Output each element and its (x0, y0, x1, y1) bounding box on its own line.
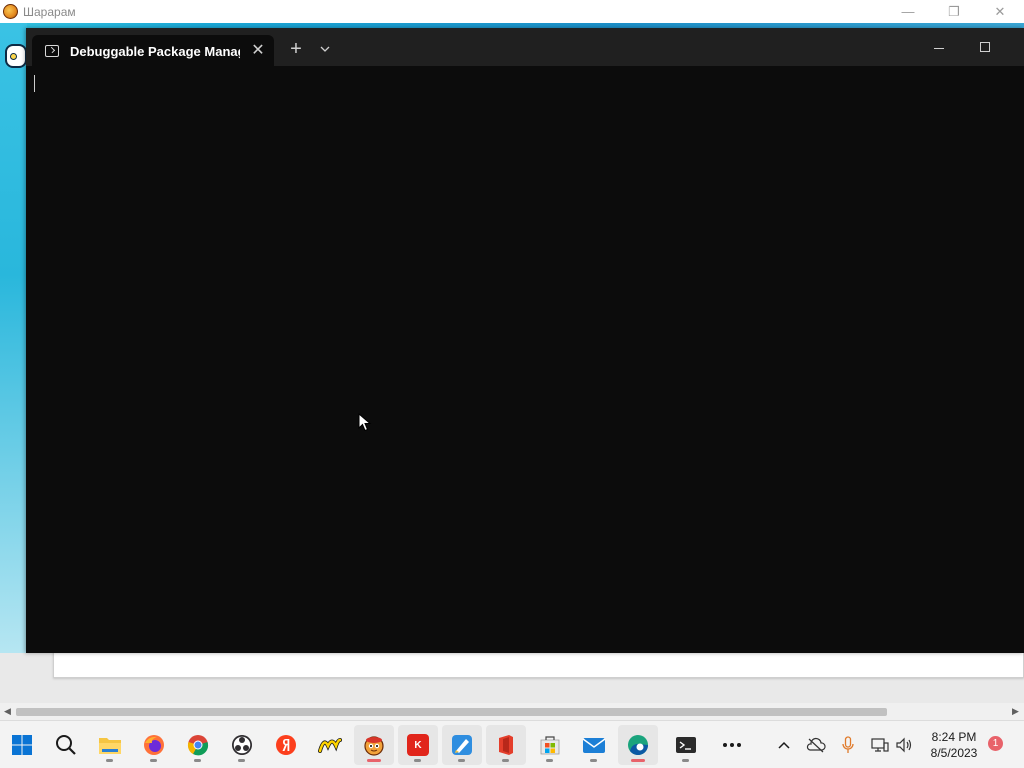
yandex-icon (276, 735, 296, 755)
active-indicator (631, 759, 645, 762)
microphone-icon (842, 736, 854, 753)
background-app-card (53, 650, 1024, 678)
terminal-maximize-button[interactable] (962, 36, 1008, 60)
clock[interactable]: 8:24 PM 8/5/2023 (922, 729, 986, 761)
store-icon (540, 736, 560, 755)
kinopoisk-button[interactable]: K (398, 725, 438, 765)
background-window-titlebar[interactable]: Шарарам — ❐ ✕ (0, 0, 1024, 23)
terminal-window: Debuggable Package Manage ✕ + (26, 28, 1024, 653)
running-indicator (106, 759, 113, 762)
taskbar: K 8:24 PM 8/5/2023 (0, 720, 1024, 768)
terminal-icon (676, 737, 696, 753)
background-app-horizontal-scrollbar[interactable]: ◀ ▶ (0, 703, 1024, 720)
edge-icon (628, 735, 648, 755)
running-indicator (546, 759, 553, 762)
tab-dropdown-button[interactable] (314, 38, 336, 62)
chrome-button[interactable] (178, 725, 218, 765)
folder-icon (99, 738, 121, 754)
paint-icon (452, 735, 472, 755)
yandex-browser-button[interactable] (266, 725, 306, 765)
new-tab-button[interactable]: + (284, 38, 308, 62)
office-button[interactable] (486, 725, 526, 765)
running-indicator (150, 759, 157, 762)
paint-app-button[interactable] (442, 725, 482, 765)
kinopoisk-icon: K (407, 734, 429, 756)
running-indicator (502, 759, 509, 762)
more-apps-button[interactable] (712, 725, 752, 765)
scroll-left-arrow-icon[interactable]: ◀ (4, 706, 11, 717)
scrollbar-thumb[interactable] (16, 708, 887, 716)
console-icon (45, 45, 59, 57)
firefox-button[interactable] (134, 725, 174, 765)
clock-time: 8:24 PM (931, 730, 977, 744)
running-indicator (682, 759, 689, 762)
terminal-minimize-button[interactable] (916, 36, 962, 60)
windows-logo-icon (12, 735, 32, 755)
obs-studio-button[interactable] (222, 725, 262, 765)
mouse-pointer-icon (358, 413, 372, 432)
maximize-icon (980, 42, 990, 52)
active-indicator (367, 759, 381, 762)
obs-icon (232, 735, 252, 755)
background-app-side-panel (0, 23, 27, 653)
edge-button[interactable] (618, 725, 658, 765)
clock-date: 8/5/2023 (930, 746, 978, 760)
terminal-tab[interactable]: Debuggable Package Manage ✕ (32, 35, 274, 66)
tab-title: Debuggable Package Manage (70, 44, 240, 59)
yandex-market-button[interactable] (310, 725, 350, 765)
background-app-mascot-icon (5, 44, 27, 68)
chrome-icon (187, 735, 209, 756)
ellipsis-icon (723, 743, 741, 747)
background-window-title: Шарарам (23, 5, 76, 19)
mail-icon (582, 738, 606, 753)
notification-badge[interactable]: 1 (988, 736, 1003, 751)
scroll-right-arrow-icon[interactable]: ▶ (1012, 706, 1019, 717)
running-indicator (458, 759, 465, 762)
tab-close-button[interactable]: ✕ (248, 41, 268, 61)
mail-button[interactable] (574, 725, 614, 765)
search-icon (56, 735, 76, 755)
file-explorer-button[interactable] (90, 725, 130, 765)
running-indicator (238, 759, 245, 762)
terminal-button[interactable] (666, 725, 706, 765)
cloud-offline-icon (806, 737, 826, 753)
microsoft-store-button[interactable] (530, 725, 570, 765)
chevron-down-icon (320, 46, 330, 52)
start-button[interactable] (2, 725, 42, 765)
background-minimize-button[interactable]: — (885, 0, 931, 23)
speaker-icon (896, 737, 912, 753)
yandex-market-icon (318, 738, 342, 753)
background-close-button[interactable]: ✕ (977, 0, 1023, 23)
running-indicator (414, 759, 421, 762)
text-cursor (34, 75, 35, 92)
volume-tray-button[interactable] (884, 725, 924, 765)
running-indicator (194, 759, 201, 762)
office-icon (499, 735, 513, 755)
background-restore-button[interactable]: ❐ (931, 0, 977, 23)
shararam-icon (364, 736, 384, 756)
chevron-up-icon (778, 741, 790, 749)
terminal-tab-bar[interactable]: Debuggable Package Manage ✕ + (26, 28, 1024, 66)
shararam-app-icon (3, 4, 18, 19)
running-indicator (590, 759, 597, 762)
terminal-output[interactable] (26, 66, 1024, 653)
firefox-icon (144, 735, 164, 755)
search-button[interactable] (46, 725, 86, 765)
shararam-button[interactable] (354, 725, 394, 765)
minimize-icon (934, 47, 944, 49)
